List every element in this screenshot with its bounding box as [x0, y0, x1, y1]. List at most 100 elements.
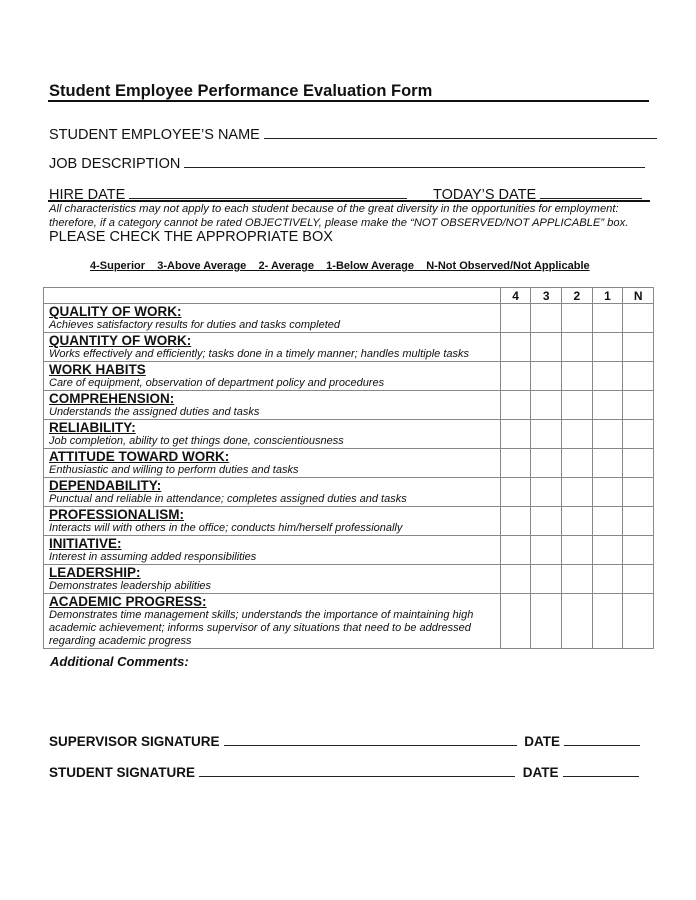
criteria-description: Care of equipment, observation of depart… — [49, 377, 385, 389]
criteria-row: ATTITUDE TOWARD WORK: Enthusiastic and wi… — [43, 448, 654, 478]
rating-checkbox-1[interactable] — [591, 593, 624, 649]
rating-checkbox-4[interactable] — [499, 477, 532, 507]
criteria-row: LEADERSHIP: Demonstrates leadership abili… — [43, 564, 654, 594]
rating-checkbox-4[interactable] — [499, 390, 532, 420]
criteria-cell: PROFESSIONALISM: Interacts will with othe… — [43, 506, 501, 536]
rating-checkbox-n[interactable] — [622, 361, 654, 391]
criteria-description: Interest in assuming added responsibilit… — [49, 551, 257, 563]
rating-checkbox-2[interactable] — [561, 593, 593, 649]
title-divider — [48, 100, 649, 102]
criteria-row: RELIABILITY: Job completion, ability to g… — [43, 419, 654, 449]
rating-header-1: 1 — [591, 287, 624, 304]
rating-checkbox-3[interactable] — [530, 593, 563, 649]
rating-checkbox-2[interactable] — [561, 390, 593, 420]
student-signature-field[interactable] — [199, 762, 516, 777]
criteria-cell: DEPENDABILITY: Punctual and reliable in a… — [43, 477, 501, 507]
rating-checkbox-4[interactable] — [499, 303, 532, 333]
hire-date-field[interactable] — [129, 184, 408, 199]
criteria-title: COMPREHENSION: — [49, 391, 175, 406]
rating-checkbox-4[interactable] — [499, 419, 532, 449]
rating-checkbox-4[interactable] — [499, 506, 532, 536]
criteria-cell: WORK HABITS Care of equipment, observatio… — [43, 361, 501, 391]
supervisor-signature-row: SUPERVISOR SIGNATURE DATE — [49, 731, 641, 749]
rating-checkbox-n[interactable] — [622, 303, 654, 333]
rating-checkbox-3[interactable] — [530, 419, 563, 449]
criteria-title: WORK HABITS — [49, 362, 146, 377]
additional-comments-field[interactable] — [50, 672, 650, 722]
criteria-description: Enthusiastic and willing to perform duti… — [49, 464, 299, 476]
check-instruction: PLEASE CHECK THE APPROPRIATE BOX — [49, 229, 333, 245]
rating-checkbox-3[interactable] — [530, 477, 563, 507]
rating-checkbox-n[interactable] — [622, 593, 654, 649]
supervisor-date-field[interactable] — [564, 731, 641, 746]
rating-checkbox-3[interactable] — [530, 303, 563, 333]
rating-checkbox-4[interactable] — [499, 448, 532, 478]
rating-checkbox-2[interactable] — [561, 303, 593, 333]
rating-checkbox-2[interactable] — [561, 564, 593, 594]
rating-checkbox-1[interactable] — [591, 506, 624, 536]
rating-checkbox-n[interactable] — [622, 419, 654, 449]
rating-checkbox-4[interactable] — [499, 564, 532, 594]
criteria-title: QUANTITY OF WORK: — [49, 333, 192, 348]
rating-checkbox-3[interactable] — [530, 332, 563, 362]
rating-checkbox-2[interactable] — [561, 361, 593, 391]
student-name-label: STUDENT EMPLOYEE’S NAME — [49, 127, 260, 143]
form-title: Student Employee Performance Evaluation … — [49, 82, 433, 100]
criteria-description: Demonstrates leadership abilities — [49, 580, 212, 592]
rating-checkbox-4[interactable] — [499, 535, 532, 565]
rating-checkbox-2[interactable] — [561, 448, 593, 478]
criteria-cell: INITIATIVE: Interest in assuming added re… — [43, 535, 501, 565]
rating-checkbox-3[interactable] — [530, 448, 563, 478]
rating-checkbox-2[interactable] — [561, 419, 593, 449]
rating-checkbox-1[interactable] — [591, 390, 624, 420]
rating-header-n: N — [622, 287, 654, 304]
rating-checkbox-3[interactable] — [530, 361, 563, 391]
todays-date-field[interactable] — [540, 184, 643, 199]
rating-checkbox-2[interactable] — [561, 506, 593, 536]
rating-legend: 4-Superior 3-Above Average 2- Average 1-… — [90, 260, 590, 272]
rating-checkbox-3[interactable] — [530, 535, 563, 565]
supervisor-signature-field[interactable] — [223, 731, 517, 746]
criteria-title: PROFESSIONALISM: — [49, 507, 185, 522]
rating-checkbox-3[interactable] — [530, 506, 563, 536]
rating-checkbox-3[interactable] — [530, 564, 563, 594]
job-description-field[interactable] — [184, 153, 646, 168]
student-signature-row: STUDENT SIGNATURE DATE — [49, 762, 639, 780]
rating-checkbox-1[interactable] — [591, 448, 624, 478]
rating-checkbox-2[interactable] — [561, 477, 593, 507]
student-name-field[interactable] — [263, 124, 657, 139]
rating-checkbox-2[interactable] — [561, 332, 593, 362]
criteria-title: LEADERSHIP: — [49, 565, 141, 580]
rating-checkbox-n[interactable] — [622, 332, 654, 362]
student-signature-label: STUDENT SIGNATURE — [49, 765, 196, 780]
rating-checkbox-4[interactable] — [499, 593, 532, 649]
rating-checkbox-2[interactable] — [561, 535, 593, 565]
rating-checkbox-1[interactable] — [591, 303, 624, 333]
criteria-cell: QUANTITY OF WORK: Works effectively and e… — [43, 332, 501, 362]
rating-checkbox-n[interactable] — [622, 535, 654, 565]
rating-header-4: 4 — [499, 287, 532, 304]
criteria-cell: RELIABILITY: Job completion, ability to g… — [43, 419, 501, 449]
rating-checkbox-1[interactable] — [591, 332, 624, 362]
rating-checkbox-n[interactable] — [622, 506, 654, 536]
rating-checkbox-4[interactable] — [499, 332, 532, 362]
student-date-field[interactable] — [562, 762, 639, 777]
evaluation-table: 4 3 2 1 N QUALITY OF WORK: Achieves satis… — [43, 287, 654, 649]
rating-header-3: 3 — [530, 287, 563, 304]
rating-checkbox-4[interactable] — [499, 361, 532, 391]
rating-checkbox-n[interactable] — [622, 477, 654, 507]
rating-checkbox-n[interactable] — [622, 448, 654, 478]
criteria-row: QUALITY OF WORK: Achieves satisfactory re… — [43, 303, 654, 333]
rating-checkbox-n[interactable] — [622, 564, 654, 594]
criteria-description: Works effectively and efficiently; tasks… — [49, 348, 470, 360]
criteria-description: Punctual and reliable in attendance; com… — [49, 493, 407, 505]
rating-checkbox-1[interactable] — [591, 535, 624, 565]
rating-checkbox-1[interactable] — [591, 361, 624, 391]
criteria-row: COMPREHENSION: Understands the assigned d… — [43, 390, 654, 420]
rating-checkbox-n[interactable] — [622, 390, 654, 420]
rating-checkbox-1[interactable] — [591, 419, 624, 449]
rating-checkbox-1[interactable] — [591, 564, 624, 594]
criteria-title: QUALITY OF WORK: — [49, 304, 182, 319]
rating-checkbox-3[interactable] — [530, 390, 563, 420]
rating-checkbox-1[interactable] — [591, 477, 624, 507]
